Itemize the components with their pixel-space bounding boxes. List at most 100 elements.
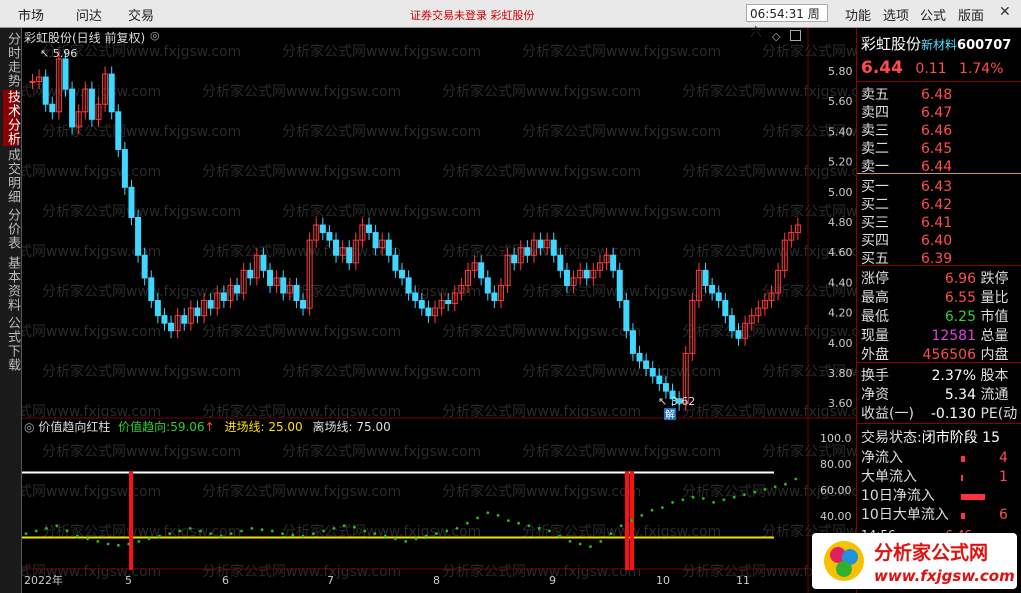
trend-dot: [137, 540, 141, 543]
indicator-settings-icon[interactable]: ◎: [24, 420, 34, 434]
book-price: 6.43: [921, 179, 953, 195]
watermark-text: 分析家公式网www.fxjgsw.com: [22, 323, 161, 340]
login-notice[interactable]: 证券交易未登录 彩虹股份: [410, 7, 535, 23]
candle-body: [412, 292, 419, 302]
max-price-label: ↖ 5.96: [40, 47, 77, 60]
tab-technical[interactable]: 技术分析: [3, 90, 20, 146]
trend-dot: [701, 497, 705, 500]
candle-body: [181, 315, 188, 324]
flow-value: 6: [999, 507, 1008, 523]
trade-status-value: 闭市阶段: [921, 430, 978, 446]
trend-dot: [424, 534, 428, 538]
book-row: 卖五 6.48: [861, 84, 952, 104]
stat-label2: 股本: [980, 368, 1009, 384]
stat-label2: 流通: [980, 387, 1009, 403]
stat-label2: PE(动: [980, 406, 1018, 422]
stat-row: 换手 2.37% 股本: [861, 365, 1008, 385]
menu-trade[interactable]: 交易: [128, 5, 154, 24]
candle-body: [425, 307, 432, 317]
date-axis-label: 6: [222, 574, 229, 587]
flow-label: 大单流入: [861, 469, 917, 485]
book-price: 6.45: [921, 141, 953, 157]
trend-dot: [260, 528, 264, 532]
menu-options[interactable]: 选项: [883, 5, 909, 24]
trend-dot: [240, 529, 243, 533]
trend-dot: [270, 529, 274, 533]
tab-fundamentals[interactable]: 基本资料: [3, 256, 20, 312]
candle-body: [220, 292, 227, 302]
stat-value: 6.25: [944, 309, 976, 325]
date-axis-label: 11: [736, 574, 750, 587]
stat-row: 收益(一) -0.130 PE(动: [861, 403, 1017, 423]
candle-body: [550, 239, 557, 256]
candle-body: [399, 269, 406, 279]
quote-header: 彩虹股份新材料600707: [861, 33, 1011, 54]
tab-formula-download[interactable]: 公式下载: [3, 316, 20, 372]
trend-dot: [75, 534, 79, 538]
close-icon[interactable]: ✕: [999, 4, 1011, 20]
stat-label2: 量比: [980, 290, 1009, 306]
site-logo: 分析家公式网 www.fxjgsw.com: [812, 533, 1017, 589]
stock-name: 彩虹股份: [861, 35, 922, 53]
tab-tick-detail[interactable]: 成交明细: [3, 148, 20, 204]
stat-label: 外盘: [861, 347, 889, 363]
trend-dot: [609, 532, 613, 535]
price-change: 0.11: [915, 61, 947, 77]
candle-body: [405, 277, 412, 294]
menu-layout[interactable]: 版面: [958, 5, 984, 24]
watermark-layer: 分析家公式网www.fxjgsw.com 分析家公式网www.fxjgsw.com…: [22, 43, 856, 580]
entry-label: 进场线:: [224, 420, 265, 434]
book-row: 卖四 6.47: [861, 102, 952, 122]
trend-dot: [732, 495, 736, 499]
trend-dot: [496, 514, 500, 517]
book-row: 买三 6.41: [861, 212, 952, 232]
trend-dot: [445, 529, 449, 533]
stat-value: 12581: [931, 328, 976, 344]
watermark-text: 分析家公式网www.fxjgsw.com: [202, 323, 401, 340]
menu-wenda[interactable]: 问达: [76, 5, 102, 24]
menu-market[interactable]: 市场: [18, 5, 44, 24]
indicator-axis-label: 60.00: [820, 484, 852, 497]
book-label: 买一: [861, 179, 889, 195]
watermark-text: 分析家公式网www.fxjgsw.com: [42, 363, 241, 380]
diamond-icon[interactable]: ◇: [772, 30, 780, 43]
candle-body: [207, 300, 214, 309]
stat-value: 6.96: [944, 271, 976, 287]
watermark-text: 分析家公式网www.fxjgsw.com: [442, 563, 641, 580]
red-signal-bar: [625, 471, 629, 570]
tab-price-table[interactable]: 分价表: [3, 208, 20, 250]
watermark-text: 分析家公式网www.fxjgsw.com: [202, 163, 401, 180]
book-row: 买四 6.40: [861, 230, 952, 250]
stat-label2: 总量: [980, 328, 1009, 344]
stat-label: 最高: [861, 290, 889, 306]
date-axis-label: 9: [549, 574, 556, 587]
book-row: 卖三 6.46: [861, 120, 952, 140]
stat-value: -0.130: [930, 406, 976, 422]
logo-title: 分析家公式网: [874, 541, 988, 564]
menu-function[interactable]: 功能: [845, 5, 871, 24]
chart-settings-icon[interactable]: ◎: [150, 29, 160, 42]
trend-dot: [691, 495, 695, 499]
candle-body: [722, 300, 729, 317]
candle-body: [385, 239, 392, 256]
indicator-name[interactable]: 价值趋向红柱: [38, 420, 110, 434]
date-axis-label: 8: [433, 574, 440, 587]
menu-formula[interactable]: 公式: [920, 5, 946, 24]
stat-label: 最低: [861, 309, 889, 325]
book-price: 6.47: [921, 105, 953, 121]
stat-label: 现量: [861, 328, 889, 344]
maximize-icon[interactable]: [790, 30, 801, 41]
stat-row: 最低 6.25 市值: [861, 306, 1008, 326]
candle-body: [29, 81, 36, 84]
candle-body: [326, 232, 333, 241]
trend-dot: [250, 527, 254, 530]
kline-chart[interactable]: 分析家公式网www.fxjgsw.com 分析家公式网www.fxjgsw.com…: [22, 28, 856, 593]
trend-dot: [527, 524, 531, 528]
stat-row: 最高 6.55 量比: [861, 287, 1008, 307]
flow-bar: [961, 494, 985, 500]
stock-sector[interactable]: 新材料: [921, 38, 957, 52]
flow-bar: [961, 513, 965, 519]
candle-body: [715, 292, 722, 302]
tab-intraday[interactable]: 分时走势: [3, 32, 20, 88]
logo-url: www.fxjgsw.com: [874, 567, 1015, 585]
